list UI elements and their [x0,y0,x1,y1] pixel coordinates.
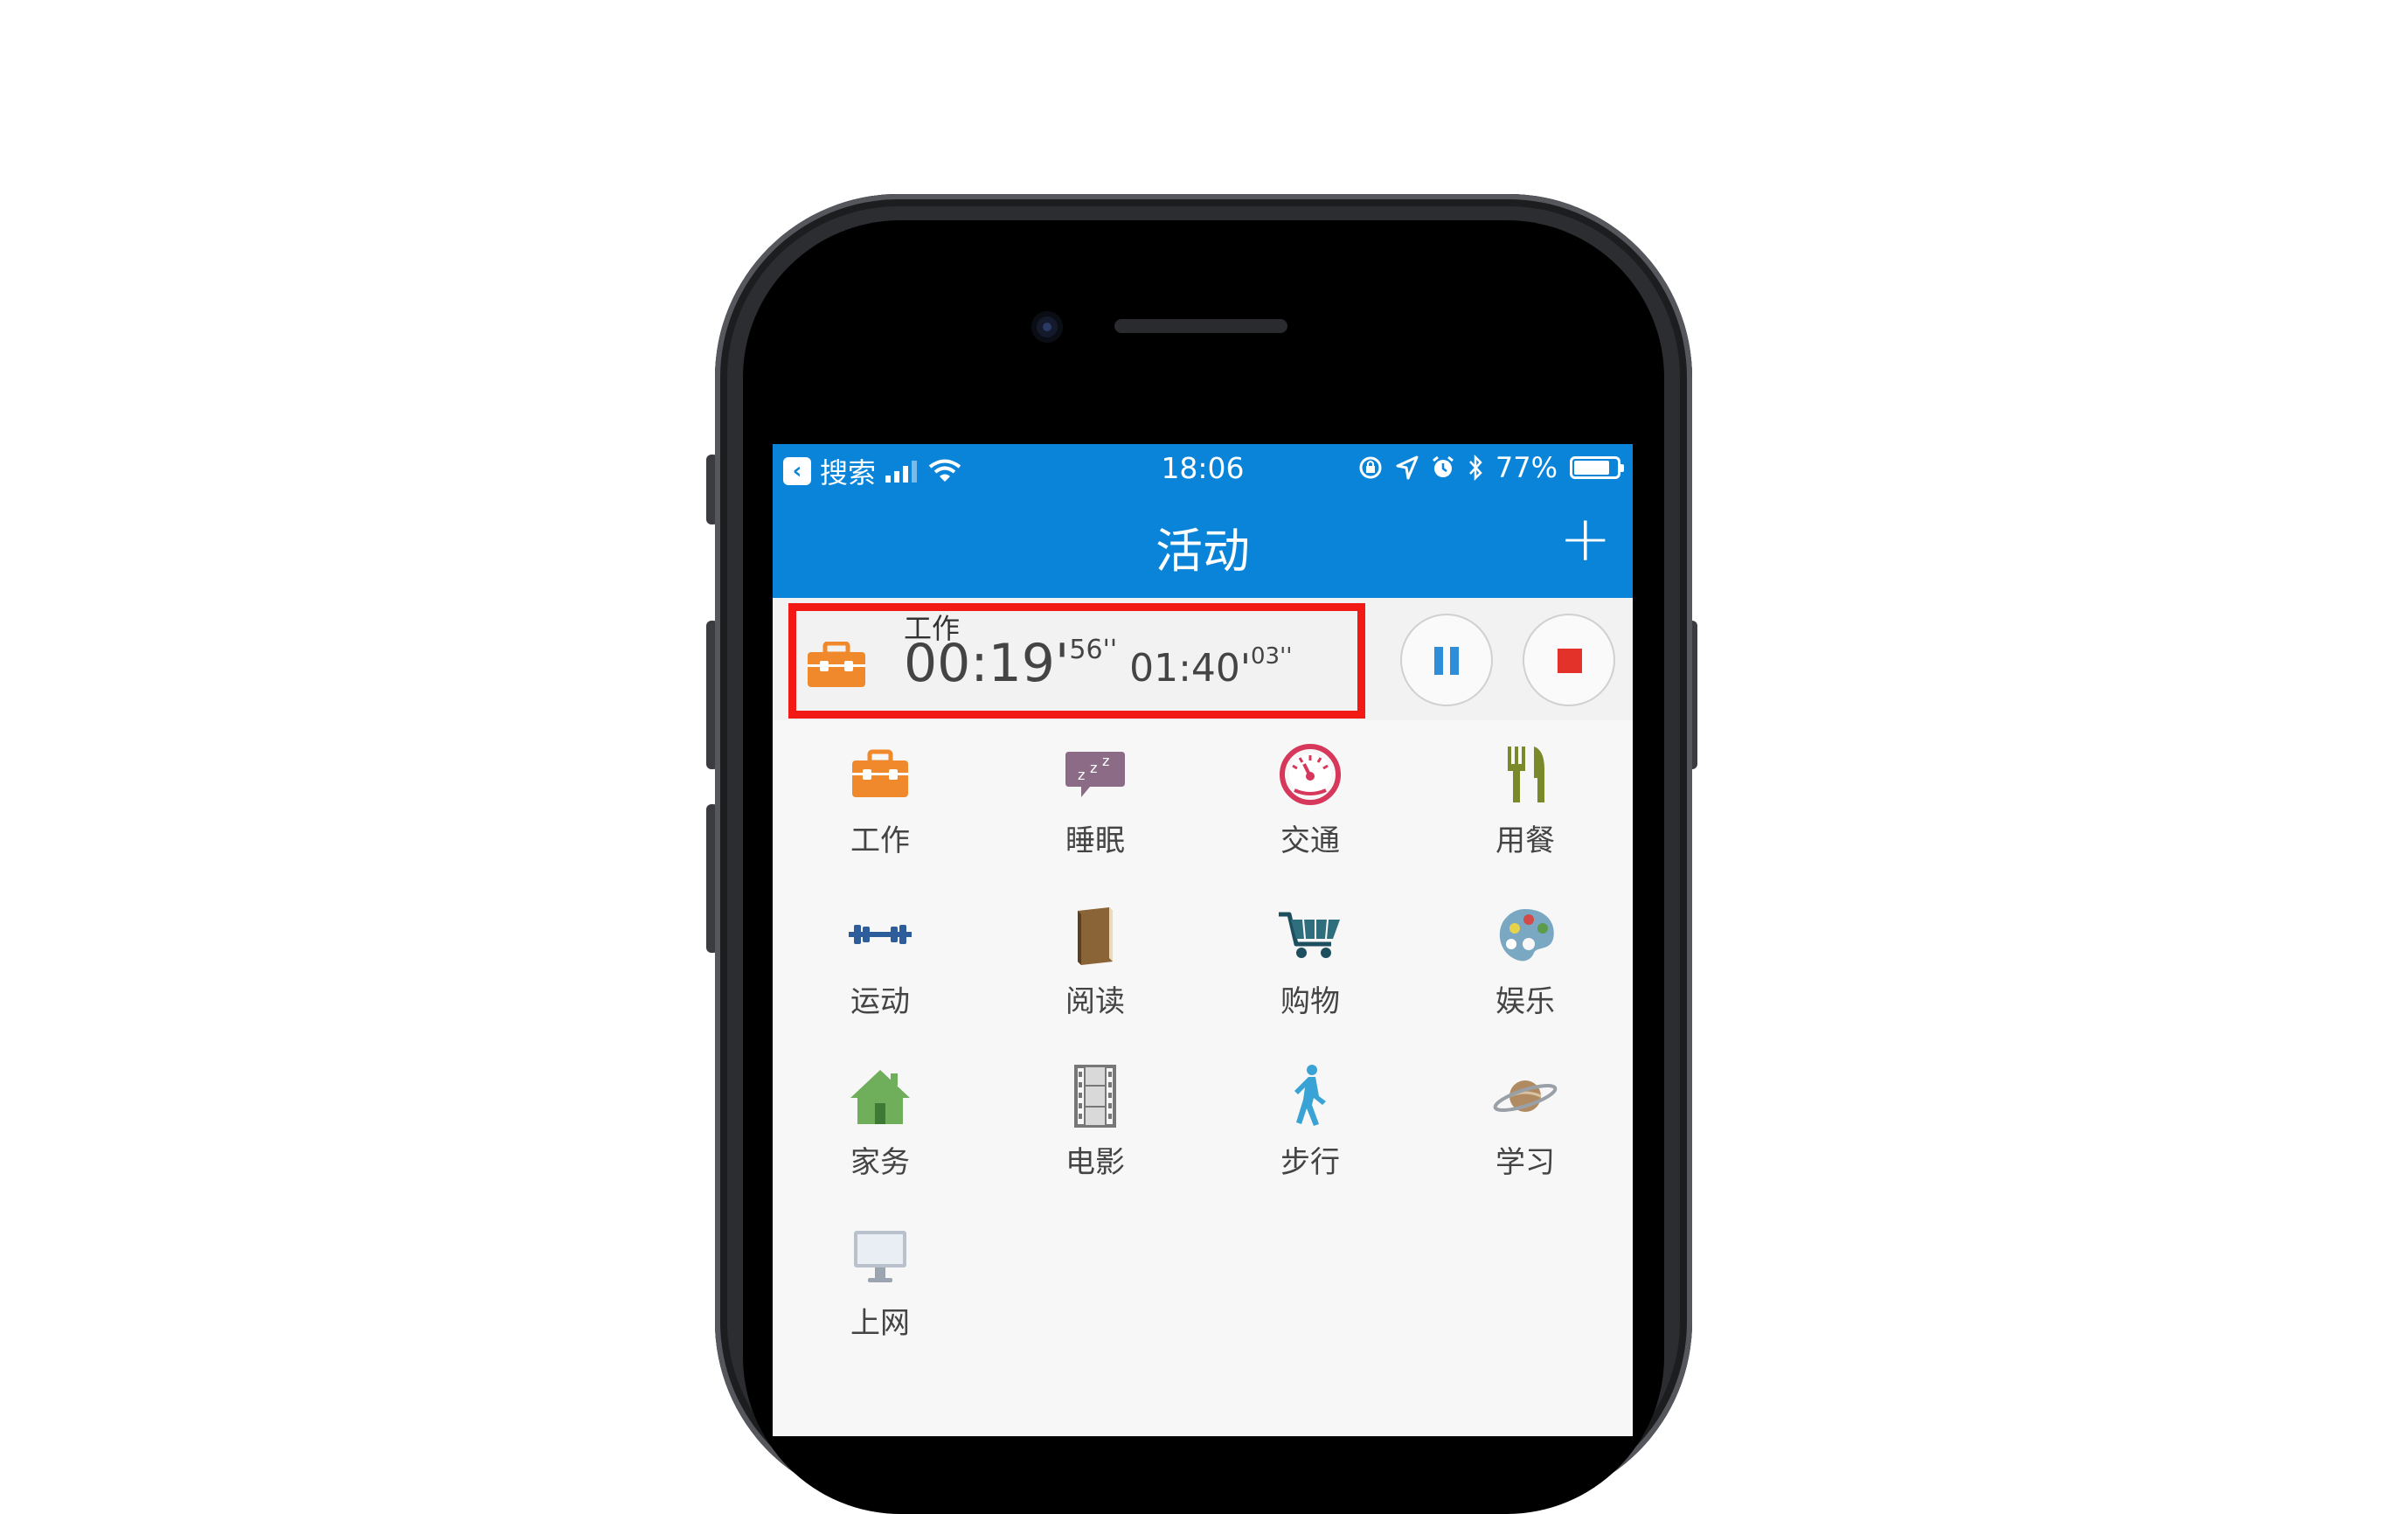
earpiece-speaker [1114,319,1287,333]
activity-entertainment[interactable]: 娱乐 [1418,881,1633,1042]
pause-icon-bar [1450,647,1459,675]
speedometer-icon [1280,744,1341,805]
activity-label: 工作 [850,823,910,858]
briefcase-icon [808,642,865,687]
briefcase-icon [852,749,908,797]
battery-percent: 77% [1495,451,1558,484]
total-seconds: 03'' [1250,643,1293,670]
book-icon [1078,907,1113,965]
activity-label: 交通 [1280,823,1340,858]
activity-internet[interactable]: 上网 [773,1203,988,1364]
elapsed-main: 00:19' [904,633,1070,694]
pause-button[interactable] [1400,614,1493,706]
activity-transport[interactable]: 交通 [1203,720,1418,881]
cart-icon [1279,912,1340,958]
activity-walking[interactable]: 步行 [1203,1042,1418,1203]
activity-work[interactable]: 工作 [773,720,988,881]
dumbbell-icon [849,925,912,944]
activity-label: 阅读 [1065,984,1125,1019]
activity-study[interactable]: 学习 [1418,1042,1633,1203]
running-timer-bar: 工作 00:19'56'' 01:40'03'' [773,598,1633,720]
film-icon [1074,1065,1116,1128]
svg-text:z: z [1102,753,1109,769]
activity-sleep[interactable]: z z z 睡眠 [988,720,1203,881]
activity-meal[interactable]: 用餐 [1418,720,1633,881]
sleep-bubble-icon: z z z [1065,752,1125,797]
activity-label: 购物 [1280,984,1340,1019]
rotation-lock-icon [1359,456,1382,479]
elapsed-time: 00:19'56'' 01:40'03'' [904,633,1292,694]
bluetooth-icon [1468,455,1482,481]
activity-exercise[interactable]: 运动 [773,881,988,1042]
pause-icon [1434,647,1443,675]
location-arrow-icon [1396,455,1419,480]
house-icon [850,1070,910,1124]
activity-label: 娱乐 [1495,984,1555,1019]
activity-label: 电影 [1065,1145,1125,1180]
front-camera [1031,311,1063,343]
total-main: 01:40' [1129,646,1251,691]
activity-label: 学习 [1495,1145,1555,1180]
activity-housework[interactable]: 家务 [773,1042,988,1203]
status-bar: ‹ 搜索 18:06 77% [773,444,1633,495]
walking-icon [1294,1065,1326,1126]
app-screen: ‹ 搜索 18:06 77% 活动 + 工作 00:19'56'' 01:40'… [773,444,1633,1436]
monitor-icon [854,1231,906,1282]
planet-icon [1493,1080,1558,1113]
fork-knife-icon [1508,747,1544,802]
activity-shopping[interactable]: 购物 [1203,881,1418,1042]
activity-reading[interactable]: 阅读 [988,881,1203,1042]
activity-label: 睡眠 [1065,823,1125,858]
stop-icon [1558,649,1582,673]
activity-label: 运动 [850,984,910,1019]
activity-label: 上网 [850,1306,910,1341]
palette-icon [1499,909,1554,962]
elapsed-seconds: 56'' [1069,635,1118,665]
activity-label: 步行 [1280,1145,1340,1180]
activity-movie[interactable]: 电影 [988,1042,1203,1203]
svg-text:z: z [1078,767,1085,783]
activity-label: 用餐 [1495,823,1555,858]
stop-button[interactable] [1523,614,1615,706]
page-title: 活动 [1155,524,1250,579]
add-activity-button[interactable]: + [1559,507,1612,570]
battery-icon [1570,456,1624,479]
status-right: 77% [1357,451,1624,484]
svg-text:z: z [1090,760,1097,776]
activity-label: 家务 [850,1145,910,1180]
alarm-icon [1432,455,1454,477]
nav-bar: 活动 + [773,495,1633,598]
